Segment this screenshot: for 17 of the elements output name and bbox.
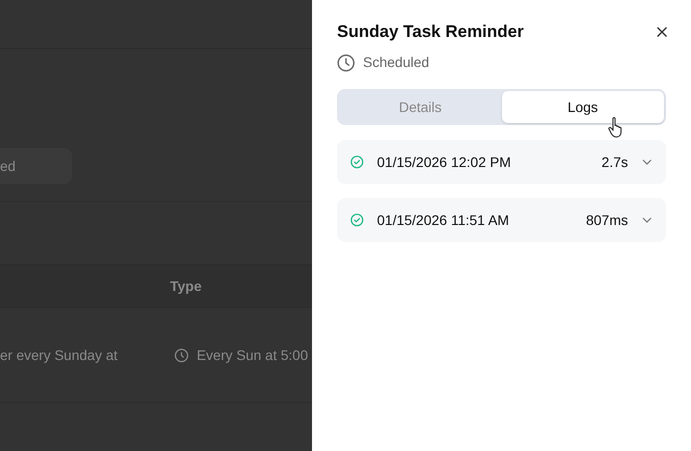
tab[interactable]: Logs	[502, 91, 664, 123]
log-duration: 807ms	[586, 210, 628, 230]
log-entry[interactable]: 01/15/2026 12:02 PM 2.7s	[337, 140, 666, 184]
panel-title: Sunday Task Reminder	[337, 21, 524, 43]
table-cell-text: Every Sun at 5:00	[196, 346, 308, 365]
log-entry[interactable]: 01/15/2026 11:51 AM 807ms	[337, 198, 666, 242]
clock-icon	[174, 348, 189, 362]
log-duration: 2.7s	[602, 152, 628, 172]
chevron-icon[interactable]	[642, 159, 652, 165]
log-time: 01/15/2026 11:51 AM	[377, 210, 510, 230]
table-cell-text: er every Sunday at	[0, 346, 118, 365]
log-time: 01/15/2026 12:02 PM	[377, 152, 511, 172]
pointer-cursor-icon	[608, 116, 624, 138]
column-header: Type	[170, 276, 202, 296]
chevron-icon[interactable]	[642, 217, 652, 223]
status-label: Scheduled	[363, 53, 430, 72]
clock-icon	[337, 54, 355, 72]
